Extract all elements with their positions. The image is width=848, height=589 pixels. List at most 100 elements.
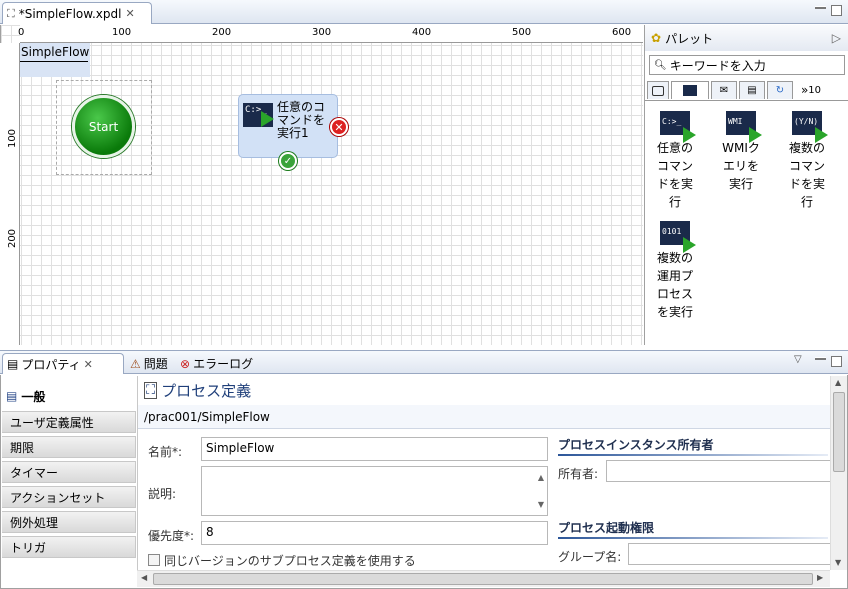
maximize-icon[interactable] — [831, 356, 842, 367]
palette-tab-document[interactable]: ▤ — [739, 81, 765, 99]
minimize-icon[interactable] — [815, 357, 826, 360]
diagram-canvas[interactable] — [0, 25, 643, 345]
tab-error-log[interactable]: ⊗ エラーログ — [176, 353, 257, 374]
sidebar-item-exception[interactable]: 例外処理 — [2, 511, 136, 533]
palette-tab-refresh[interactable]: ↻ — [767, 81, 793, 99]
palette-item-multi-process[interactable]: 0101 複数の 運用プ ロセス を実行 — [645, 221, 705, 321]
properties-sidebar: ▤ 一般 ユーザ定義属性 期限 タイマー アクションセット 例外処理 トリガ — [2, 383, 136, 565]
tab-error-log-label: エラーログ — [193, 357, 254, 371]
scroll-up-icon[interactable]: ▲ — [835, 378, 841, 387]
palette-item-label: エリを — [722, 159, 759, 173]
sidebar-item-label: ユーザ定義属性 — [10, 415, 94, 430]
editor-tab-title: *SimpleFlow.xpdl — [18, 6, 122, 21]
error-connector-icon[interactable]: ✕ — [330, 118, 348, 136]
description-label: 説明: — [148, 487, 177, 501]
owner-label: 所有者: — [558, 467, 599, 481]
tab-problems[interactable]: ⚠ 問題 — [126, 353, 172, 374]
close-tab-icon[interactable]: ✕ — [125, 7, 134, 20]
refresh-icon: ↻ — [775, 85, 785, 96]
palette-item-label: ドを実 — [788, 177, 825, 191]
palette-tab-overflow[interactable]: » 10 — [797, 81, 825, 99]
yes-no-icon: (Y/N) — [792, 111, 828, 143]
owner-input[interactable] — [606, 460, 831, 482]
sidebar-item-trigger[interactable]: トリガ — [2, 536, 136, 558]
xpdl-file-icon: ⛶ — [7, 6, 15, 20]
priority-input-value: 8 — [206, 525, 214, 539]
palette-item-wmi[interactable]: WMI WMIク エリを 実行 — [711, 111, 771, 193]
palette-item-multi-command[interactable]: (Y/N) 複数の コマン ドを実 行 — [777, 111, 837, 211]
horizontal-scrollbar[interactable]: ◀ ▶ — [137, 570, 830, 587]
wmi-icon: WMI — [726, 111, 762, 143]
owner-section-title: プロセスインスタンス所有者 — [558, 438, 714, 452]
ruler-tick: 100 — [7, 128, 19, 149]
search-icon: 🔍︎ — [654, 59, 667, 71]
view-menu-icon[interactable]: ▽ — [794, 354, 802, 365]
play-icon — [261, 111, 274, 127]
palette-item-label: 任意の — [656, 141, 693, 155]
palette-tab-command[interactable] — [671, 81, 709, 99]
detail-path: /prac001/SimpleFlow — [138, 405, 831, 429]
name-label: 名前*: — [148, 445, 183, 459]
scroll-right-icon[interactable]: ▶ — [817, 573, 823, 582]
close-tab-icon[interactable]: ✕ — [84, 358, 93, 371]
play-icon — [683, 237, 696, 253]
flow-name-label[interactable]: SimpleFlow — [20, 43, 90, 77]
scroll-thumb[interactable] — [153, 573, 813, 585]
start-node[interactable]: Start — [72, 95, 135, 158]
palette-item-label: 実行 — [728, 177, 753, 191]
overflow-icon: » — [800, 83, 809, 97]
palette-tab-mail[interactable]: ✉ — [711, 81, 737, 99]
start-permission-divider — [558, 537, 828, 539]
ruler-top: 0 100 200 300 400 500 600 — [18, 25, 643, 43]
palette-item-label: 運用プ — [656, 269, 693, 283]
play-icon — [683, 127, 696, 143]
sidebar-item-deadline[interactable]: 期限 — [2, 436, 136, 458]
ruler-tick: 600 — [612, 27, 632, 38]
palette-tabs: ✉ ▤ ↻ » 10 — [645, 79, 848, 101]
vertical-scrollbar[interactable]: ▲ ▼ — [830, 376, 847, 570]
palette-item-label: コマン — [656, 159, 693, 173]
ruler-tick: 300 — [312, 27, 332, 38]
rect-icon — [652, 85, 664, 96]
tab-properties[interactable]: ▤ プロパティ ✕ — [2, 353, 124, 374]
sidebar-item-action-set[interactable]: アクションセット — [2, 486, 136, 508]
group-name-input[interactable] — [628, 543, 831, 565]
palette-item-command[interactable]: C:>_ 任意の コマン ドを実 行 — [645, 111, 705, 211]
priority-input[interactable]: 8 — [201, 521, 548, 545]
problems-icon: ⚠ — [130, 356, 141, 371]
ruler-tick: 400 — [412, 27, 432, 38]
success-connector-icon[interactable]: ✓ — [279, 152, 297, 170]
mail-icon: ✉ — [719, 85, 729, 96]
palette-tab-basic[interactable] — [647, 81, 669, 99]
scroll-left-icon[interactable]: ◀ — [141, 573, 147, 582]
scroll-thumb[interactable] — [833, 392, 845, 472]
editor-tab[interactable]: ⛶ *SimpleFlow.xpdl ✕ — [2, 2, 152, 24]
sidebar-item-label: タイマー — [10, 465, 59, 480]
scroll-down-icon[interactable]: ▼ — [538, 500, 544, 509]
sidebar-item-user-attributes[interactable]: ユーザ定義属性 — [2, 411, 136, 433]
same-version-checkbox[interactable] — [148, 554, 160, 566]
bottom-tabbar: ▤ プロパティ ✕ ⚠ 問題 ⊗ エラーログ ▽ — [0, 350, 848, 374]
sidebar-item-general[interactable]: ▤ 一般 — [2, 385, 136, 407]
palette-icon-text: 0101 — [662, 227, 682, 236]
tab-properties-label: プロパティ — [21, 357, 81, 372]
command-icon: C:>_ — [243, 103, 274, 127]
console-icon — [683, 85, 697, 96]
collapse-palette-icon[interactable]: ▷ — [832, 31, 841, 45]
palette-header: ✿ パレット ▷ — [645, 25, 848, 51]
description-input[interactable]: ▲ ▼ — [201, 466, 548, 516]
scroll-down-icon[interactable]: ▼ — [835, 558, 841, 567]
palette-search[interactable]: 🔍︎ キーワードを入力 — [649, 55, 845, 75]
task-label: 任意のコ マンドを 実行1 — [277, 101, 325, 140]
minimize-icon[interactable] — [815, 6, 826, 9]
scroll-up-icon[interactable]: ▲ — [538, 473, 544, 482]
palette-search-input[interactable]: キーワードを入力 — [670, 57, 766, 74]
palette-icon: ✿ — [651, 31, 662, 45]
sidebar-item-label: アクションセット — [10, 490, 106, 505]
task-node[interactable]: C:>_ 任意のコ マンドを 実行1 — [238, 94, 338, 158]
name-input[interactable]: SimpleFlow — [201, 437, 548, 461]
start-node-label: Start — [88, 119, 119, 134]
maximize-icon[interactable] — [831, 5, 842, 16]
sidebar-item-timer[interactable]: タイマー — [2, 461, 136, 483]
palette-item-label: 複数の — [788, 141, 825, 155]
